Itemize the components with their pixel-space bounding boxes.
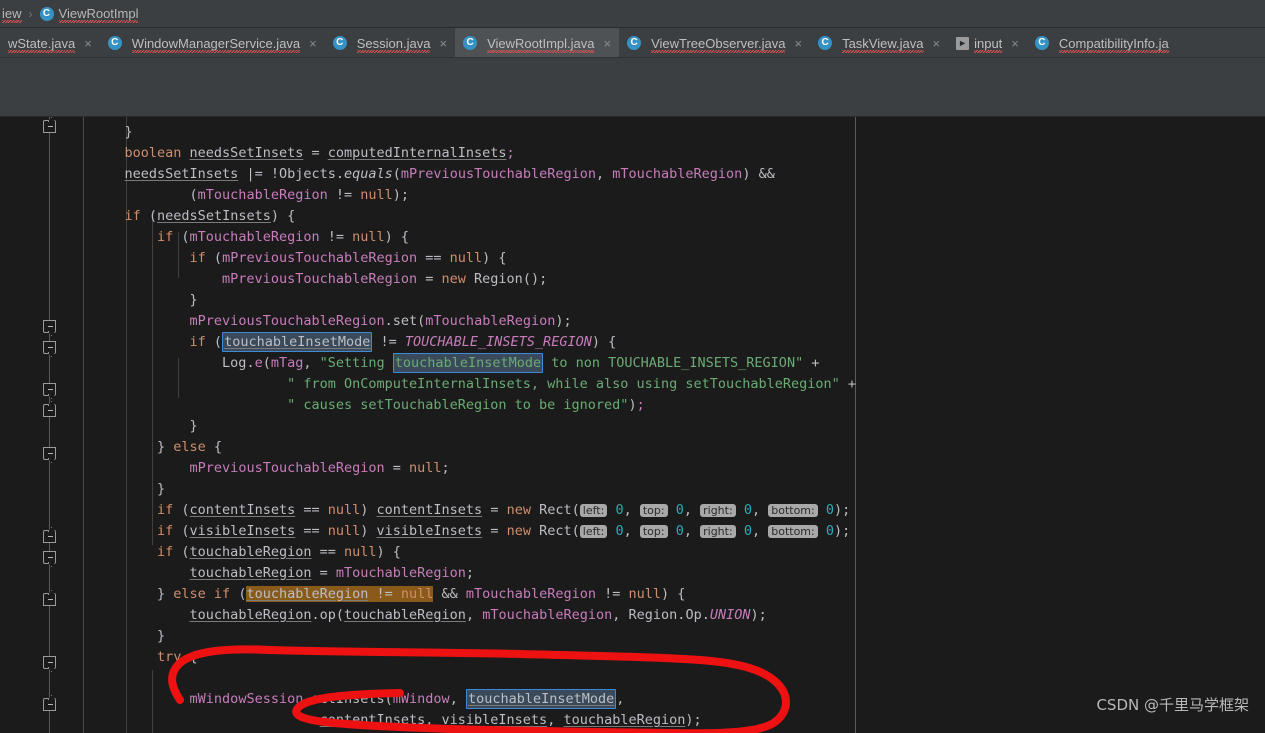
editor-tab[interactable]: C ViewTreeObserver.java ×	[619, 28, 810, 57]
close-tab-icon[interactable]: ×	[794, 36, 802, 51]
breadcrumb-package-label: iew	[2, 6, 22, 23]
editor-tab[interactable]: C WindowManagerService.java ×	[100, 28, 325, 57]
code-editor[interactable]: } boolean needsSetInsets = computedInter…	[0, 117, 1265, 733]
editor-tab[interactable]: C Session.java ×	[325, 28, 455, 57]
breadcrumb-class-label: ViewRootImpl	[58, 6, 139, 23]
java-class-icon: C	[463, 36, 478, 50]
find-replace-panel: ouchableInsetMode ↵ ×	[0, 58, 1265, 171]
java-class-icon: C	[818, 36, 833, 50]
close-tab-icon[interactable]: ×	[603, 36, 611, 51]
java-class-icon: C	[1034, 36, 1049, 50]
editor-tab-label: Session.java	[356, 35, 431, 53]
ide-window: iew › C ViewRootImpl wState.java × C Window…	[0, 0, 1265, 733]
editor-tab-label: WindowManagerService.java	[131, 35, 301, 53]
editor-tab-label: TaskView.java	[842, 35, 924, 53]
csdn-watermark: CSDN @千里马学框架	[1096, 696, 1249, 714]
editor-tab[interactable]: C TaskView.java ×	[810, 28, 948, 57]
close-tab-icon[interactable]: ×	[1011, 36, 1019, 51]
editor-tab-label: ViewTreeObserver.java	[651, 35, 786, 53]
editor-tab-bar: wState.java × C WindowManagerService.java × C…	[0, 28, 1265, 58]
java-class-icon: C	[627, 36, 642, 50]
editor-tab[interactable]: wState.java ×	[0, 28, 100, 57]
java-class-icon: C	[39, 6, 54, 21]
close-tab-icon[interactable]: ×	[309, 36, 317, 51]
java-class-icon: C	[332, 36, 347, 50]
code-content[interactable]: } boolean needsSetInsets = computedInter…	[0, 117, 1265, 733]
editor-tab-label: CompatibilityInfo.ja	[1058, 35, 1169, 53]
breadcrumb-separator-icon: ›	[28, 6, 33, 21]
java-class-icon: C	[107, 36, 122, 50]
editor-tab-label: wState.java	[8, 35, 76, 53]
editor-tab[interactable]: ► input ×	[948, 28, 1027, 57]
breadcrumb-item-class[interactable]: C ViewRootImpl	[38, 0, 141, 28]
close-tab-icon[interactable]: ×	[439, 36, 447, 51]
close-tab-icon[interactable]: ×	[84, 36, 92, 51]
breadcrumb: iew › C ViewRootImpl	[0, 0, 1265, 28]
editor-tab-label: ViewRootImpl.java	[487, 35, 595, 53]
breadcrumb-item-package[interactable]: iew	[0, 0, 24, 28]
editor-tab-label: input	[974, 35, 1003, 53]
close-tab-icon[interactable]: ×	[933, 36, 941, 51]
editor-tab[interactable]: C ViewRootImpl.java ×	[455, 28, 620, 57]
run-config-icon: ►	[956, 36, 970, 50]
editor-tab[interactable]: C CompatibilityInfo.ja	[1027, 28, 1177, 57]
